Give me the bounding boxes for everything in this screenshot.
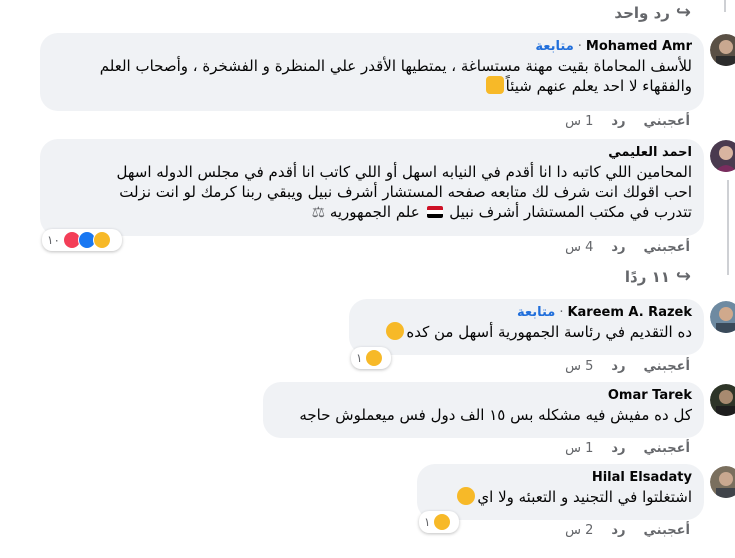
separator-dot: · xyxy=(559,305,564,320)
like-button[interactable]: أعجبني xyxy=(644,240,690,255)
timestamp[interactable]: 1 س xyxy=(565,114,593,129)
haha-icon xyxy=(365,349,384,367)
like-button[interactable]: أعجبني xyxy=(644,441,690,456)
haha-icon xyxy=(92,231,111,249)
separator-dot: · xyxy=(577,39,582,54)
reply-button[interactable]: رد xyxy=(611,114,625,129)
commenter-name[interactable]: احمد العليمي xyxy=(608,145,692,160)
comment-actions: أعجبني رد 2 س xyxy=(565,523,690,538)
follow-link[interactable]: متابعة xyxy=(535,39,573,54)
scales-icon: ⚖ xyxy=(311,203,326,221)
avatar[interactable] xyxy=(710,384,735,416)
comment-text: للأسف المحاماة بقيت مهنة مستساغة ، يمتطي… xyxy=(99,57,692,95)
haha-icon xyxy=(433,513,452,531)
comment-actions: أعجبني رد 4 س xyxy=(565,240,690,255)
reply-button[interactable]: رد xyxy=(611,240,625,255)
comment-bubble: Hilal Elsadaty اشتغلتوا في التجنيد و الت… xyxy=(417,464,704,520)
avatar[interactable] xyxy=(710,466,735,498)
like-button[interactable]: أعجبني xyxy=(644,114,690,129)
comment-actions: أعجبني رد 5 س xyxy=(565,359,690,374)
reactions-summary[interactable]: ١ xyxy=(419,511,459,533)
reactions-summary[interactable]: ١٠ xyxy=(42,229,122,251)
comment-text: المحامين اللي كاتبه دا انا أقدم في النيا… xyxy=(116,163,692,221)
reply-button[interactable]: رد xyxy=(611,523,625,538)
reply-arrow-icon: ↪ xyxy=(675,266,691,287)
avatar[interactable] xyxy=(710,140,735,172)
comment-text: كل ده مفيش فيه مشكله بس ١٥ الف دول فس مي… xyxy=(299,406,692,424)
reply-button[interactable]: رد xyxy=(611,441,625,456)
timestamp[interactable]: 4 س xyxy=(565,240,593,255)
timestamp[interactable]: 5 س xyxy=(565,359,593,374)
commenter-name[interactable]: Mohamed Amr xyxy=(586,39,692,54)
raised-hand-icon xyxy=(485,76,504,94)
comment-bubble: Kareem A. Razek · متابعة ده التقديم في ر… xyxy=(349,299,704,355)
timestamp[interactable]: 2 س xyxy=(565,523,593,538)
view-replies-link[interactable]: ↪ رد واحد xyxy=(614,2,691,23)
reply-arrow-icon: ↪ xyxy=(675,2,691,23)
thread-line xyxy=(724,0,726,12)
thread-line xyxy=(727,180,729,275)
comment-text: اشتغلتوا في التجنيد و التعبئه ولا اي xyxy=(429,487,692,507)
reply-button[interactable]: رد xyxy=(611,359,625,374)
avatar[interactable] xyxy=(710,34,735,66)
avatar[interactable] xyxy=(710,301,735,333)
expressionless-face-icon xyxy=(457,487,476,505)
commenter-name[interactable]: Omar Tarek xyxy=(608,388,692,403)
comment-text: ده التقديم في رئاسة الجمهورية أسهل من كد… xyxy=(361,322,692,342)
follow-link[interactable]: متابعة xyxy=(517,305,555,320)
comment-actions: أعجبني رد 1 س xyxy=(565,114,690,129)
reactions-summary[interactable]: ١ xyxy=(351,347,391,369)
commenter-name[interactable]: Hilal Elsadaty xyxy=(592,470,692,485)
egypt-flag-icon xyxy=(426,206,443,218)
comment-bubble: Omar Tarek كل ده مفيش فيه مشكله بس ١٥ ال… xyxy=(263,382,704,438)
commenter-name[interactable]: Kareem A. Razek xyxy=(567,305,692,320)
comment-bubble: احمد العليمي المحامين اللي كاتبه دا انا … xyxy=(40,139,704,236)
like-button[interactable]: أعجبني xyxy=(644,359,690,374)
timestamp[interactable]: 1 س xyxy=(565,441,593,456)
view-replies-link[interactable]: ↪ ١١ ردًا xyxy=(625,266,691,287)
pensive-face-icon xyxy=(386,322,405,340)
like-button[interactable]: أعجبني xyxy=(644,523,690,538)
comment-actions: أعجبني رد 1 س xyxy=(565,441,690,456)
comment-bubble: Mohamed Amr · متابعة للأسف المحاماة بقيت… xyxy=(40,33,704,111)
